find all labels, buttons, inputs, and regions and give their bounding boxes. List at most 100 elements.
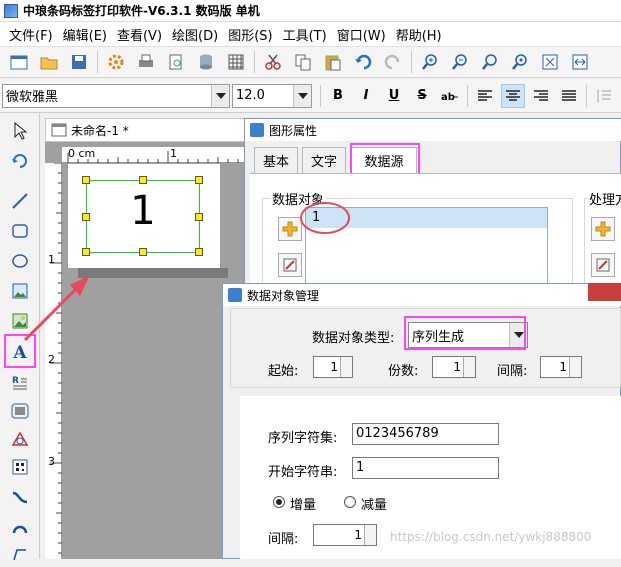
add-processing-button[interactable]	[591, 217, 615, 241]
cut-icon[interactable]	[262, 51, 284, 73]
line-spacing-icon[interactable]	[592, 84, 616, 108]
type-label: 数据对象类型:	[312, 331, 395, 346]
start-string-input[interactable]: 1	[352, 457, 499, 479]
vertical-ruler: 1 2 3	[45, 163, 62, 559]
align-right-icon[interactable]	[529, 84, 553, 108]
interval-value: 1	[559, 360, 567, 374]
zoom-out-icon[interactable]	[449, 51, 471, 73]
bold-button[interactable]: B	[326, 84, 350, 108]
interval2-stepper[interactable]: 1	[313, 524, 377, 546]
save-icon[interactable]	[68, 51, 90, 73]
charset-label: 序列字符集:	[268, 431, 338, 446]
print-icon[interactable]	[135, 51, 157, 73]
data-object-group-label: 数据对象	[270, 189, 327, 208]
resize-handle[interactable]	[139, 176, 147, 184]
properties-title: 图形属性	[269, 123, 318, 138]
zoom-in-icon[interactable]	[419, 51, 441, 73]
label-shadow	[78, 268, 228, 278]
underline-button[interactable]: U	[382, 84, 406, 108]
align-justify-icon[interactable]	[557, 84, 581, 108]
interval2-label: 间隔:	[268, 532, 299, 547]
italic-button[interactable]: I	[354, 84, 378, 108]
rich-text-tool-icon[interactable]: R	[8, 371, 32, 395]
close-button[interactable]	[588, 283, 621, 301]
undo-icon[interactable]	[352, 51, 374, 73]
resize-handle[interactable]	[139, 248, 147, 256]
resize-handle[interactable]	[82, 248, 90, 256]
fit-page-icon[interactable]	[539, 51, 561, 73]
document-tab[interactable]: 未命名-1 *	[45, 118, 251, 142]
resize-handle[interactable]	[195, 248, 203, 256]
window-icon	[228, 288, 242, 302]
rectangle-tool-icon[interactable]	[8, 219, 32, 243]
picture-tool-icon[interactable]	[8, 309, 32, 333]
copies-stepper[interactable]: 1	[432, 356, 476, 378]
database-icon[interactable]	[195, 51, 217, 73]
increment-radio[interactable]	[273, 496, 285, 508]
start-label: 起始:	[268, 364, 299, 379]
edit-data-object-button[interactable]	[278, 253, 302, 277]
watermark: https://blog.csdn.net/ywkj888800	[390, 530, 592, 544]
rotate-tool-icon[interactable]	[8, 149, 32, 173]
polygon-tool-icon[interactable]	[8, 543, 32, 567]
title-bar: 中琅条码标签打印软件-V6.3.1 数码版 单机	[0, 0, 621, 22]
ruler-h-tick-1: 1	[170, 147, 177, 160]
list-item[interactable]	[306, 208, 547, 228]
menu-tools[interactable]: 工具(T)	[278, 25, 332, 44]
triangle-shape-icon[interactable]	[8, 427, 32, 451]
dialog-title-bar: 数据对象管理	[223, 284, 621, 306]
align-left-icon[interactable]	[473, 84, 497, 108]
charset-input[interactable]: 0123456789	[352, 423, 499, 445]
copy-icon[interactable]	[292, 51, 314, 73]
print-preview-icon[interactable]	[165, 51, 187, 73]
redo-icon[interactable]	[382, 51, 404, 73]
document-tab-label: 未命名-1 *	[71, 123, 129, 138]
menu-edit[interactable]: 编辑(E)	[58, 25, 112, 44]
fit-width-icon[interactable]	[569, 51, 591, 73]
char-spacing-icon[interactable]: ab	[438, 84, 462, 108]
menu-window[interactable]: 窗口(W)	[332, 25, 391, 44]
menu-shape[interactable]: 图形(S)	[223, 25, 277, 44]
chevron-down-icon[interactable]	[211, 84, 229, 107]
resize-handle[interactable]	[195, 176, 203, 184]
menu-view[interactable]: 查看(V)	[112, 25, 167, 44]
paste-icon[interactable]	[322, 51, 344, 73]
zoom-actual-icon[interactable]	[509, 51, 531, 73]
menu-help[interactable]: 帮助(H)	[391, 25, 447, 44]
ellipse-tool-icon[interactable]	[8, 249, 32, 273]
edit-processing-button[interactable]	[591, 253, 615, 277]
barcode-tool-icon[interactable]	[8, 399, 32, 423]
grid-icon[interactable]	[225, 51, 247, 73]
arc-tool-icon[interactable]	[8, 515, 32, 539]
start-string-label: 开始字符串:	[268, 465, 338, 480]
font-size-select[interactable]: 12.0	[232, 83, 312, 108]
add-data-object-button[interactable]	[278, 217, 302, 241]
tab-basic[interactable]: 基本	[254, 147, 298, 173]
ruler-v-tick-2: 2	[48, 353, 55, 366]
font-family-select[interactable]: 微软雅黑	[2, 83, 230, 108]
tab-text[interactable]: 文字	[302, 147, 346, 173]
menu-draw[interactable]: 绘图(D)	[167, 25, 223, 44]
strikethrough-button[interactable]: S	[410, 84, 434, 108]
menu-file[interactable]: 文件(F)	[4, 25, 58, 44]
interval-label: 间隔:	[497, 364, 528, 379]
settings-gear-icon[interactable]	[105, 51, 127, 73]
qrcode-tool-icon[interactable]	[8, 455, 32, 479]
select-pointer-icon[interactable]	[8, 119, 32, 143]
line-tool-icon[interactable]	[8, 189, 32, 213]
zoom-fit-icon[interactable]	[479, 51, 501, 73]
curve-tool-icon[interactable]	[8, 485, 32, 509]
font-family-value: 微软雅黑	[6, 90, 59, 105]
datasource-tab-highlight	[350, 143, 420, 175]
resize-handle[interactable]	[82, 176, 90, 184]
chevron-down-icon[interactable]	[293, 84, 311, 107]
app-title: 中琅条码标签打印软件-V6.3.1 数码版 单机	[23, 4, 260, 18]
decrement-radio[interactable]	[344, 496, 356, 508]
new-window-icon[interactable]	[8, 51, 30, 73]
image-tool-icon[interactable]	[8, 279, 32, 303]
align-center-icon[interactable]	[501, 83, 525, 108]
start-stepper[interactable]: 1	[313, 356, 353, 378]
open-folder-icon[interactable]	[38, 51, 60, 73]
increment-label: 增量	[290, 498, 317, 513]
interval-stepper[interactable]: 1	[540, 356, 582, 378]
